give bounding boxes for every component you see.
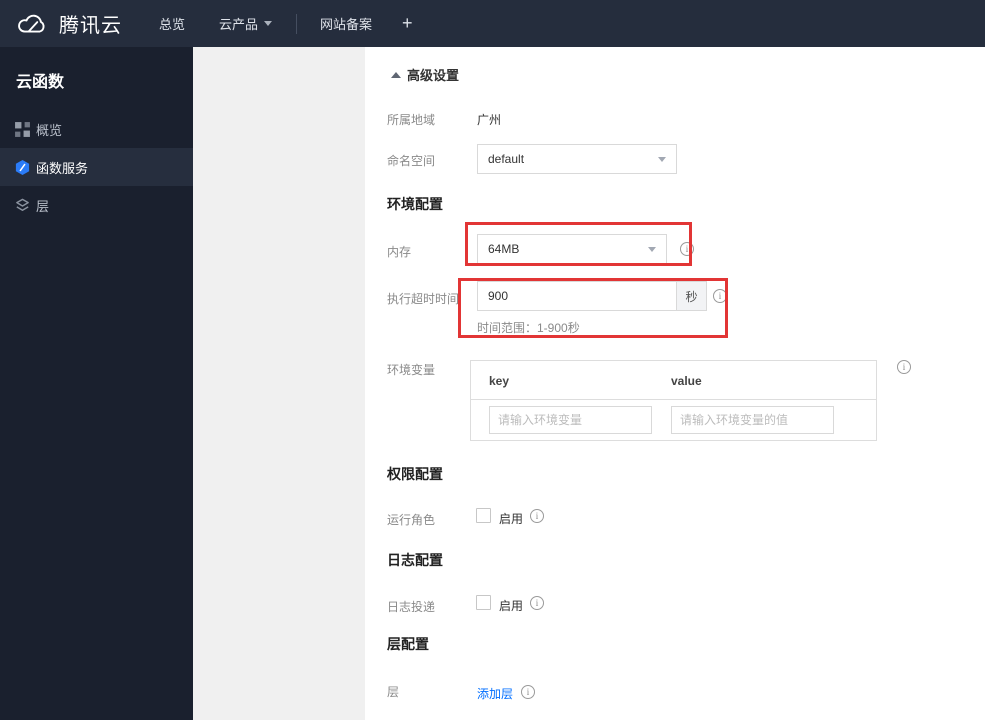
envvar-info-icon[interactable] <box>897 360 911 374</box>
sidebar-item-label: 函数服务 <box>36 160 89 176</box>
sidebar-item-function-service[interactable]: 函数服务 <box>0 148 193 186</box>
timeout-hint: 时间范围：1-900秒 <box>477 321 580 335</box>
navbar-divider <box>296 13 298 34</box>
layer-info-icon[interactable] <box>521 685 535 699</box>
sidebar-title: 云函数 <box>16 74 65 91</box>
advanced-settings-label: 高级设置 <box>407 68 460 83</box>
envvar-table-header: key value <box>471 361 876 400</box>
memory-info-icon[interactable] <box>680 242 694 256</box>
tencent-cloud-logo[interactable]: 腾讯云 <box>16 9 122 38</box>
region-label: 所属地域 <box>387 113 436 127</box>
chevron-down-icon <box>658 156 666 162</box>
memory-label: 内存 <box>387 245 412 259</box>
timeout-unit: 秒 <box>677 281 707 311</box>
nav-item-website-beian[interactable]: 网站备案 <box>320 14 372 33</box>
namespace-selected-value: default <box>488 152 525 166</box>
timeout-info-icon[interactable] <box>713 289 727 303</box>
timeout-input[interactable] <box>477 281 677 311</box>
namespace-select[interactable]: default <box>477 144 677 174</box>
namespace-label: 命名空间 <box>387 154 436 168</box>
collapse-arrow-icon <box>391 71 401 78</box>
sidebar-item-label: 层 <box>36 198 50 214</box>
role-enable-checkbox[interactable] <box>476 508 491 523</box>
tencent-cloud-console: 腾讯云 总览 云产品 网站备案 + 云函数 概览 函数服务 层 高级设置 所属地… <box>0 0 985 720</box>
sidebar: 云函数 概览 函数服务 层 <box>0 47 193 720</box>
layers-icon <box>14 197 31 214</box>
grid-icon <box>14 121 31 138</box>
nav-item-cloud-products[interactable]: 云产品 <box>219 14 273 33</box>
layer-label: 层 <box>387 685 400 699</box>
envvar-label: 环境变量 <box>387 363 436 377</box>
nav-item-cloud-products-label: 云产品 <box>219 17 259 32</box>
sidebar-item-overview[interactable]: 概览 <box>0 110 193 148</box>
envvar-table: key value <box>470 360 877 441</box>
memory-selected-value: 64MB <box>488 242 520 256</box>
sidebar-item-label: 概览 <box>36 122 63 138</box>
brand-name: 腾讯云 <box>59 15 122 37</box>
section-env-config: 环境配置 <box>387 196 443 212</box>
log-enable-label: 启用 <box>499 599 524 613</box>
section-log-config: 日志配置 <box>387 552 443 568</box>
section-permission-config: 权限配置 <box>387 466 443 482</box>
top-navbar: 腾讯云 总览 云产品 网站备案 + <box>0 0 985 47</box>
region-value: 广州 <box>477 113 502 127</box>
logship-label: 日志投递 <box>387 600 436 614</box>
nav-item-overview[interactable]: 总览 <box>159 14 185 33</box>
role-info-icon[interactable] <box>530 509 544 523</box>
section-layer-config: 层配置 <box>387 636 429 652</box>
add-tab-button[interactable]: + <box>402 13 413 34</box>
envvar-key-input[interactable] <box>489 406 652 434</box>
role-label: 运行角色 <box>387 513 436 527</box>
sidebar-item-layers[interactable]: 层 <box>0 186 193 224</box>
hexagon-function-icon <box>14 159 31 176</box>
sidebar-menu: 概览 函数服务 层 <box>0 110 193 224</box>
advanced-settings-toggle[interactable]: 高级设置 <box>391 65 459 84</box>
timeout-input-group: 秒 <box>477 281 707 311</box>
role-enable-label: 启用 <box>499 512 524 526</box>
log-info-icon[interactable] <box>530 596 544 610</box>
secondary-panel <box>193 47 365 720</box>
cloud-logo-icon <box>16 11 50 36</box>
add-layer-link[interactable]: 添加层 <box>477 685 513 702</box>
content-panel: 高级设置 所属地域 广州 命名空间 default 环境配置 内存 64MB 执… <box>365 47 985 720</box>
memory-select[interactable]: 64MB <box>477 234 667 264</box>
envvar-table-row <box>471 400 876 441</box>
envvar-value-input[interactable] <box>671 406 834 434</box>
chevron-down-icon <box>264 21 273 26</box>
log-enable-checkbox[interactable] <box>476 595 491 610</box>
envvar-key-header: key <box>489 374 510 388</box>
timeout-label: 执行超时时间 <box>387 292 460 306</box>
envvar-value-header: value <box>671 374 702 388</box>
chevron-down-icon <box>648 246 656 252</box>
